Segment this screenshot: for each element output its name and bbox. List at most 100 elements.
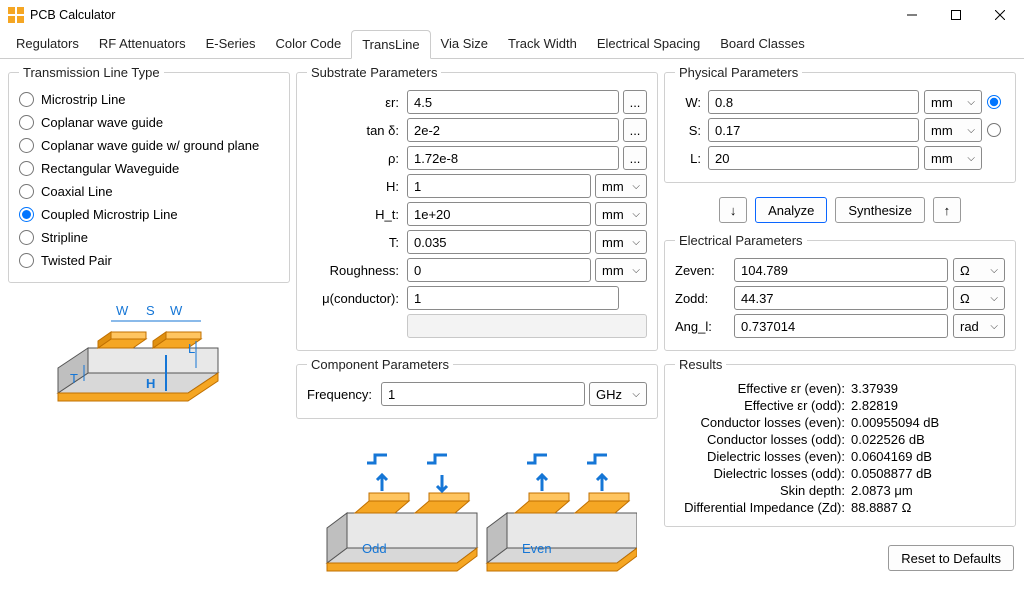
zeven-input[interactable] — [734, 258, 948, 282]
tab-color-code[interactable]: Color Code — [265, 30, 351, 58]
W-select-radio[interactable] — [987, 95, 1001, 109]
mu-label: μ(conductor): — [307, 291, 403, 306]
tl-option-coaxial[interactable]: Coaxial Line — [19, 180, 279, 203]
titlebar: PCB Calculator — [0, 0, 1024, 30]
component-legend: Component Parameters — [307, 357, 453, 372]
angl-label: Ang_l: — [675, 319, 729, 334]
tand-browse-button[interactable]: ... — [623, 118, 647, 142]
tab-e-series[interactable]: E-Series — [196, 30, 266, 58]
result-label: Skin depth: — [675, 483, 845, 498]
rough-label: Roughness: — [307, 263, 403, 278]
result-value: 88.8887 Ω — [851, 500, 1005, 515]
tab-board-classes[interactable]: Board Classes — [710, 30, 815, 58]
synthesize-up-button[interactable]: ↑ — [933, 197, 961, 223]
result-label: Effective εr (odd): — [675, 398, 845, 413]
result-value: 0.022526 dB — [851, 432, 1005, 447]
zodd-unit-select[interactable]: Ω⌵ — [953, 286, 1005, 310]
analyze-down-button[interactable]: ↓ — [719, 197, 747, 223]
rho-browse-button[interactable]: ... — [623, 146, 647, 170]
tl-option-stripline[interactable]: Stripline — [19, 226, 279, 249]
result-label: Dielectric losses (odd): — [675, 466, 845, 481]
maximize-button[interactable] — [934, 0, 978, 30]
tab-electrical-spacing[interactable]: Electrical Spacing — [587, 30, 710, 58]
results-legend: Results — [675, 357, 726, 372]
W-unit-select[interactable]: mm⌵ — [924, 90, 982, 114]
tl-option-rect-waveguide[interactable]: Rectangular Waveguide — [19, 157, 279, 180]
T-input[interactable] — [407, 230, 591, 254]
svg-text:W: W — [170, 303, 183, 318]
minimize-button[interactable] — [890, 0, 934, 30]
tab-track-width[interactable]: Track Width — [498, 30, 587, 58]
svg-text:Even: Even — [522, 541, 552, 556]
mu-input[interactable] — [407, 286, 619, 310]
reset-to-defaults-button[interactable]: Reset to Defaults — [888, 545, 1014, 571]
analyze-button[interactable]: Analyze — [755, 197, 827, 223]
result-value: 0.0604169 dB — [851, 449, 1005, 464]
tab-transline[interactable]: TransLine — [351, 30, 430, 59]
cross-section-diagram: W S W T H L — [8, 289, 290, 426]
zodd-input[interactable] — [734, 286, 948, 310]
S-label: S: — [675, 123, 703, 138]
transmission-line-type-group: Transmission Line Type Microstrip Line C… — [8, 65, 290, 283]
tand-label: tan δ: — [307, 123, 403, 138]
app-icon — [8, 7, 24, 23]
result-label: Conductor losses (even): — [675, 415, 845, 430]
result-value: 3.37939 — [851, 381, 1005, 396]
result-label: Dielectric losses (even): — [675, 449, 845, 464]
T-unit-select[interactable]: mm⌵ — [595, 230, 647, 254]
H-unit-select[interactable]: mm⌵ — [595, 174, 647, 198]
substrate-extra-readonly — [407, 314, 647, 338]
L-label: L: — [675, 151, 703, 166]
S-select-radio[interactable] — [987, 123, 1001, 137]
svg-text:H: H — [146, 376, 155, 391]
rough-unit-select[interactable]: mm⌵ — [595, 258, 647, 282]
zodd-label: Zodd: — [675, 291, 729, 306]
rho-input[interactable] — [407, 146, 619, 170]
substrate-parameters-group: Substrate Parameters εr:... tan δ:... ρ:… — [296, 65, 658, 351]
result-value: 2.82819 — [851, 398, 1005, 413]
er-browse-button[interactable]: ... — [623, 90, 647, 114]
angl-input[interactable] — [734, 314, 948, 338]
tab-rf-attenuators[interactable]: RF Attenuators — [89, 30, 196, 58]
tl-option-twisted-pair[interactable]: Twisted Pair — [19, 249, 279, 272]
tab-via-size[interactable]: Via Size — [431, 30, 498, 58]
tl-option-coplanar-gnd[interactable]: Coplanar wave guide w/ ground plane — [19, 134, 279, 157]
tand-input[interactable] — [407, 118, 619, 142]
close-button[interactable] — [978, 0, 1022, 30]
result-label: Effective εr (even): — [675, 381, 845, 396]
er-input[interactable] — [407, 90, 619, 114]
svg-text:L: L — [188, 341, 195, 356]
svg-text:W: W — [116, 303, 129, 318]
tl-types-legend: Transmission Line Type — [19, 65, 164, 80]
freq-input[interactable] — [381, 382, 585, 406]
tl-option-coplanar[interactable]: Coplanar wave guide — [19, 111, 279, 134]
substrate-legend: Substrate Parameters — [307, 65, 441, 80]
H-input[interactable] — [407, 174, 591, 198]
er-label: εr: — [307, 95, 403, 110]
L-input[interactable] — [708, 146, 919, 170]
tl-option-microstrip[interactable]: Microstrip Line — [19, 88, 279, 111]
result-value: 0.00955094 dB — [851, 415, 1005, 430]
rough-input[interactable] — [407, 258, 591, 282]
zeven-label: Zeven: — [675, 263, 729, 278]
zeven-unit-select[interactable]: Ω⌵ — [953, 258, 1005, 282]
result-value: 2.0873 μm — [851, 483, 1005, 498]
S-unit-select[interactable]: mm⌵ — [924, 118, 982, 142]
result-label: Differential Impedance (Zd): — [675, 500, 845, 515]
tab-regulators[interactable]: Regulators — [6, 30, 89, 58]
W-label: W: — [675, 95, 703, 110]
svg-text:S: S — [146, 303, 155, 318]
synthesize-button[interactable]: Synthesize — [835, 197, 925, 223]
results-group: Results Effective εr (even): 3.37939 Effe… — [664, 357, 1016, 527]
window-title: PCB Calculator — [30, 8, 890, 22]
result-label: Conductor losses (odd): — [675, 432, 845, 447]
L-unit-select[interactable]: mm⌵ — [924, 146, 982, 170]
freq-unit-select[interactable]: GHz⌵ — [589, 382, 647, 406]
tl-option-coupled-microstrip[interactable]: Coupled Microstrip Line — [19, 203, 279, 226]
angl-unit-select[interactable]: rad⌵ — [953, 314, 1005, 338]
S-input[interactable] — [708, 118, 919, 142]
W-input[interactable] — [708, 90, 919, 114]
electrical-parameters-group: Electrical Parameters Zeven:Ω⌵ Zodd:Ω⌵ A… — [664, 233, 1016, 351]
Ht-unit-select[interactable]: mm⌵ — [595, 202, 647, 226]
Ht-input[interactable] — [407, 202, 591, 226]
